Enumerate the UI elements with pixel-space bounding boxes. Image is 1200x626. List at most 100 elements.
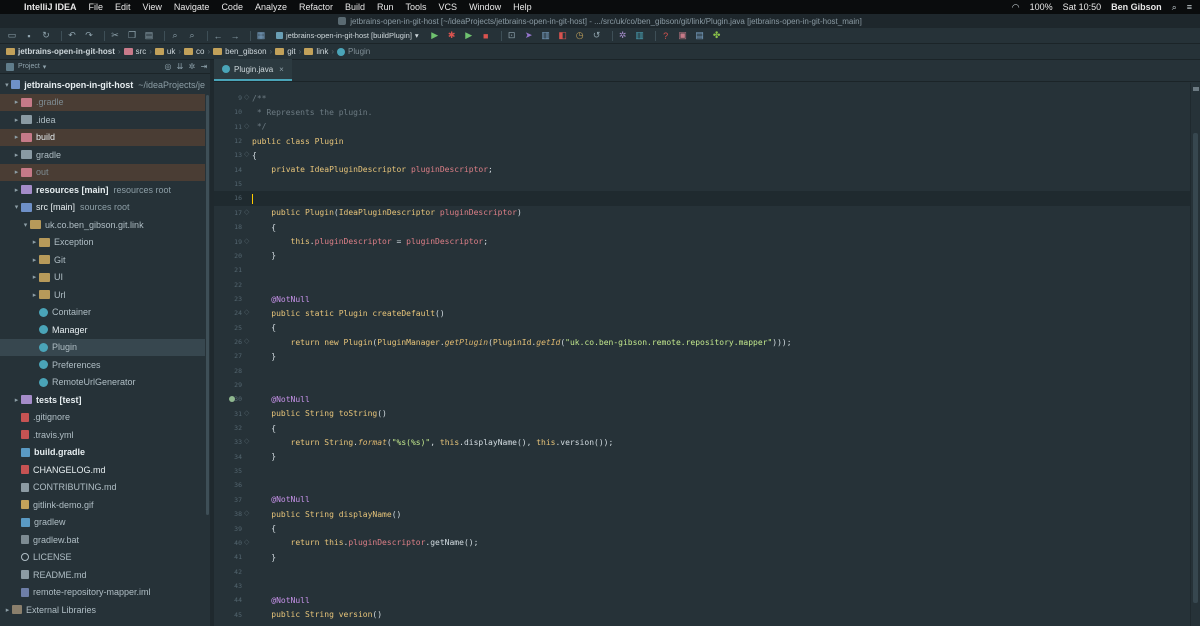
breadcrumb-item[interactable]: src — [122, 47, 149, 56]
find-icon[interactable]: ⌕ — [169, 30, 181, 42]
fold-marker-icon[interactable]: ◇ — [244, 237, 249, 245]
chevron-right-icon[interactable]: ▸ — [12, 186, 21, 194]
code-line[interactable]: @NotNull — [252, 392, 310, 406]
fold-marker-icon[interactable]: ◇ — [244, 208, 249, 216]
chevron-right-icon[interactable]: ▸ — [3, 606, 12, 614]
menu-edit[interactable]: Edit — [115, 2, 131, 12]
battery-level[interactable]: 100% — [1030, 2, 1053, 12]
tasks-icon[interactable]: ▤ — [694, 30, 706, 42]
user-name[interactable]: Ben Gibson — [1111, 2, 1162, 12]
tree-item[interactable]: ▸ Url — [0, 286, 205, 304]
sdk-icon[interactable]: ▣ — [677, 30, 689, 42]
fold-marker-icon[interactable]: ◇ — [244, 150, 249, 158]
settings-icon[interactable]: ✲ — [617, 30, 629, 42]
code-line[interactable]: { — [252, 522, 276, 536]
menu-navigate[interactable]: Navigate — [174, 2, 210, 12]
tree-item[interactable]: ▾ src [main] sources root — [0, 199, 205, 217]
breadcrumb-item[interactable]: co — [182, 47, 206, 56]
vcs-update-icon[interactable]: ⊡ — [506, 30, 518, 42]
code-line[interactable]: public class Plugin — [252, 134, 344, 148]
menu-run[interactable]: Run — [377, 2, 394, 12]
open-folder-icon[interactable]: ▭ — [6, 30, 18, 42]
close-icon[interactable]: × — [279, 65, 284, 74]
tab-plugin-java[interactable]: Plugin.java × — [214, 59, 292, 81]
chevron-down-icon[interactable]: ▾ — [43, 63, 47, 71]
menu-file[interactable]: File — [89, 2, 104, 12]
tree-item[interactable]: Manager — [0, 321, 205, 339]
tree-item[interactable]: ▾ jetbrains-open-in-git-host ~/ideaProject… — [0, 76, 205, 94]
inspection-status-icon[interactable] — [1193, 87, 1199, 91]
chevron-down-icon[interactable]: ▾ — [12, 203, 21, 211]
code-line[interactable] — [214, 191, 1190, 206]
code-line[interactable]: /** — [252, 91, 266, 105]
menu-refactor[interactable]: Refactor — [299, 2, 333, 12]
tree-item[interactable]: CONTRIBUTING.md — [0, 479, 205, 497]
code-line[interactable]: } — [252, 450, 276, 464]
tree-item[interactable]: .gitignore — [0, 409, 205, 427]
hide-panel-icon[interactable]: ⇥ — [198, 62, 210, 71]
chevron-right-icon[interactable]: ▸ — [30, 256, 39, 264]
code-line[interactable]: this. pluginDescriptor = pluginDescriptor… — [252, 235, 489, 249]
code-line[interactable]: { — [252, 421, 276, 435]
breadcrumb-item[interactable]: Plugin — [335, 47, 372, 56]
tree-item[interactable]: README.md — [0, 566, 205, 584]
menu-help[interactable]: Help — [513, 2, 532, 12]
wifi-icon[interactable]: ◠ — [1012, 2, 1020, 13]
run-configuration-select[interactable]: jetbrains-open-in-git-host [buildPlugin]… — [272, 30, 423, 42]
code-line[interactable]: public Plugin(IdeaPluginDescriptor plugi… — [252, 206, 522, 220]
vcs-history-icon[interactable]: ◷ — [574, 30, 586, 42]
tree-item[interactable]: gradlew.bat — [0, 531, 205, 549]
tree-item[interactable]: ▸ .gradle — [0, 93, 205, 111]
fold-marker-icon[interactable]: ◇ — [244, 93, 249, 101]
menu-build[interactable]: Build — [345, 2, 365, 12]
code-line[interactable]: } — [252, 249, 276, 263]
tree-item[interactable]: ▸ External Libraries — [0, 601, 205, 619]
copy-icon[interactable]: ❐ — [126, 30, 138, 42]
code-line[interactable]: public static Plugin createDefault() — [252, 306, 444, 320]
code-line[interactable]: public String version() — [252, 608, 382, 622]
code-line[interactable]: public String displayName() — [252, 507, 401, 521]
tree-item[interactable]: CHANGELOG.md — [0, 461, 205, 479]
replace-icon[interactable]: ⌕ — [186, 30, 198, 42]
notification-center-icon[interactable]: ≡ — [1187, 2, 1192, 12]
chevron-right-icon[interactable]: ▸ — [12, 133, 21, 141]
code-line[interactable]: return new Plugin(PluginManager. getPlugi… — [252, 335, 792, 349]
chevron-right-icon[interactable]: ▸ — [12, 98, 21, 106]
code-line[interactable]: @NotNull — [252, 493, 310, 507]
chevron-right-icon[interactable]: ▸ — [30, 273, 39, 281]
chevron-down-icon[interactable]: ▾ — [21, 221, 30, 229]
menu-code[interactable]: Code — [221, 2, 243, 12]
app-menu[interactable]: IntelliJ IDEA — [24, 2, 77, 12]
debug-icon[interactable]: ✱ — [446, 30, 458, 42]
breadcrumb-item[interactable]: ben_gibson — [211, 47, 268, 56]
breadcrumb-item[interactable]: git — [273, 47, 297, 56]
code-line[interactable]: private IdeaPluginDescriptor pluginDescr… — [252, 163, 493, 177]
fold-marker-icon[interactable]: ◇ — [244, 409, 249, 417]
run-coverage-icon[interactable]: ▶ — [463, 30, 475, 42]
menu-vcs[interactable]: VCS — [439, 2, 458, 12]
back-icon[interactable]: ← — [212, 30, 224, 42]
breadcrumb-item[interactable]: jetbrains-open-in-git-host — [4, 47, 117, 56]
code-line[interactable]: { — [252, 321, 276, 335]
tree-item[interactable]: gitlink-demo.gif — [0, 496, 205, 514]
help-icon[interactable]: ? — [660, 30, 672, 42]
vcs-commit-icon[interactable]: ▥ — [540, 30, 552, 42]
chevron-right-icon[interactable]: ▸ — [12, 116, 21, 124]
tree-item[interactable]: LICENSE — [0, 549, 205, 567]
tree-item[interactable]: ▸ UI — [0, 269, 205, 287]
chevron-right-icon[interactable]: ▸ — [12, 168, 21, 176]
menu-analyze[interactable]: Analyze — [255, 2, 287, 12]
tree-item[interactable]: remote-repository-mapper.iml — [0, 584, 205, 602]
project-structure-icon[interactable]: ▥ — [634, 30, 646, 42]
menu-tools[interactable]: Tools — [406, 2, 427, 12]
chevron-right-icon[interactable]: ▸ — [30, 238, 39, 246]
vcs-compare-icon[interactable]: ◧ — [557, 30, 569, 42]
chevron-right-icon[interactable]: ▸ — [12, 151, 21, 159]
tree-item[interactable]: ▸ out — [0, 163, 205, 181]
tree-item[interactable]: Plugin — [0, 338, 205, 356]
vcs-revert-icon[interactable]: ↺ — [591, 30, 603, 42]
code-line[interactable]: */ — [252, 120, 267, 134]
make-project-icon[interactable]: ▦ — [255, 30, 267, 42]
clock[interactable]: Sat 10:50 — [1063, 2, 1102, 12]
tree-item[interactable]: ▸ gradle — [0, 146, 205, 164]
